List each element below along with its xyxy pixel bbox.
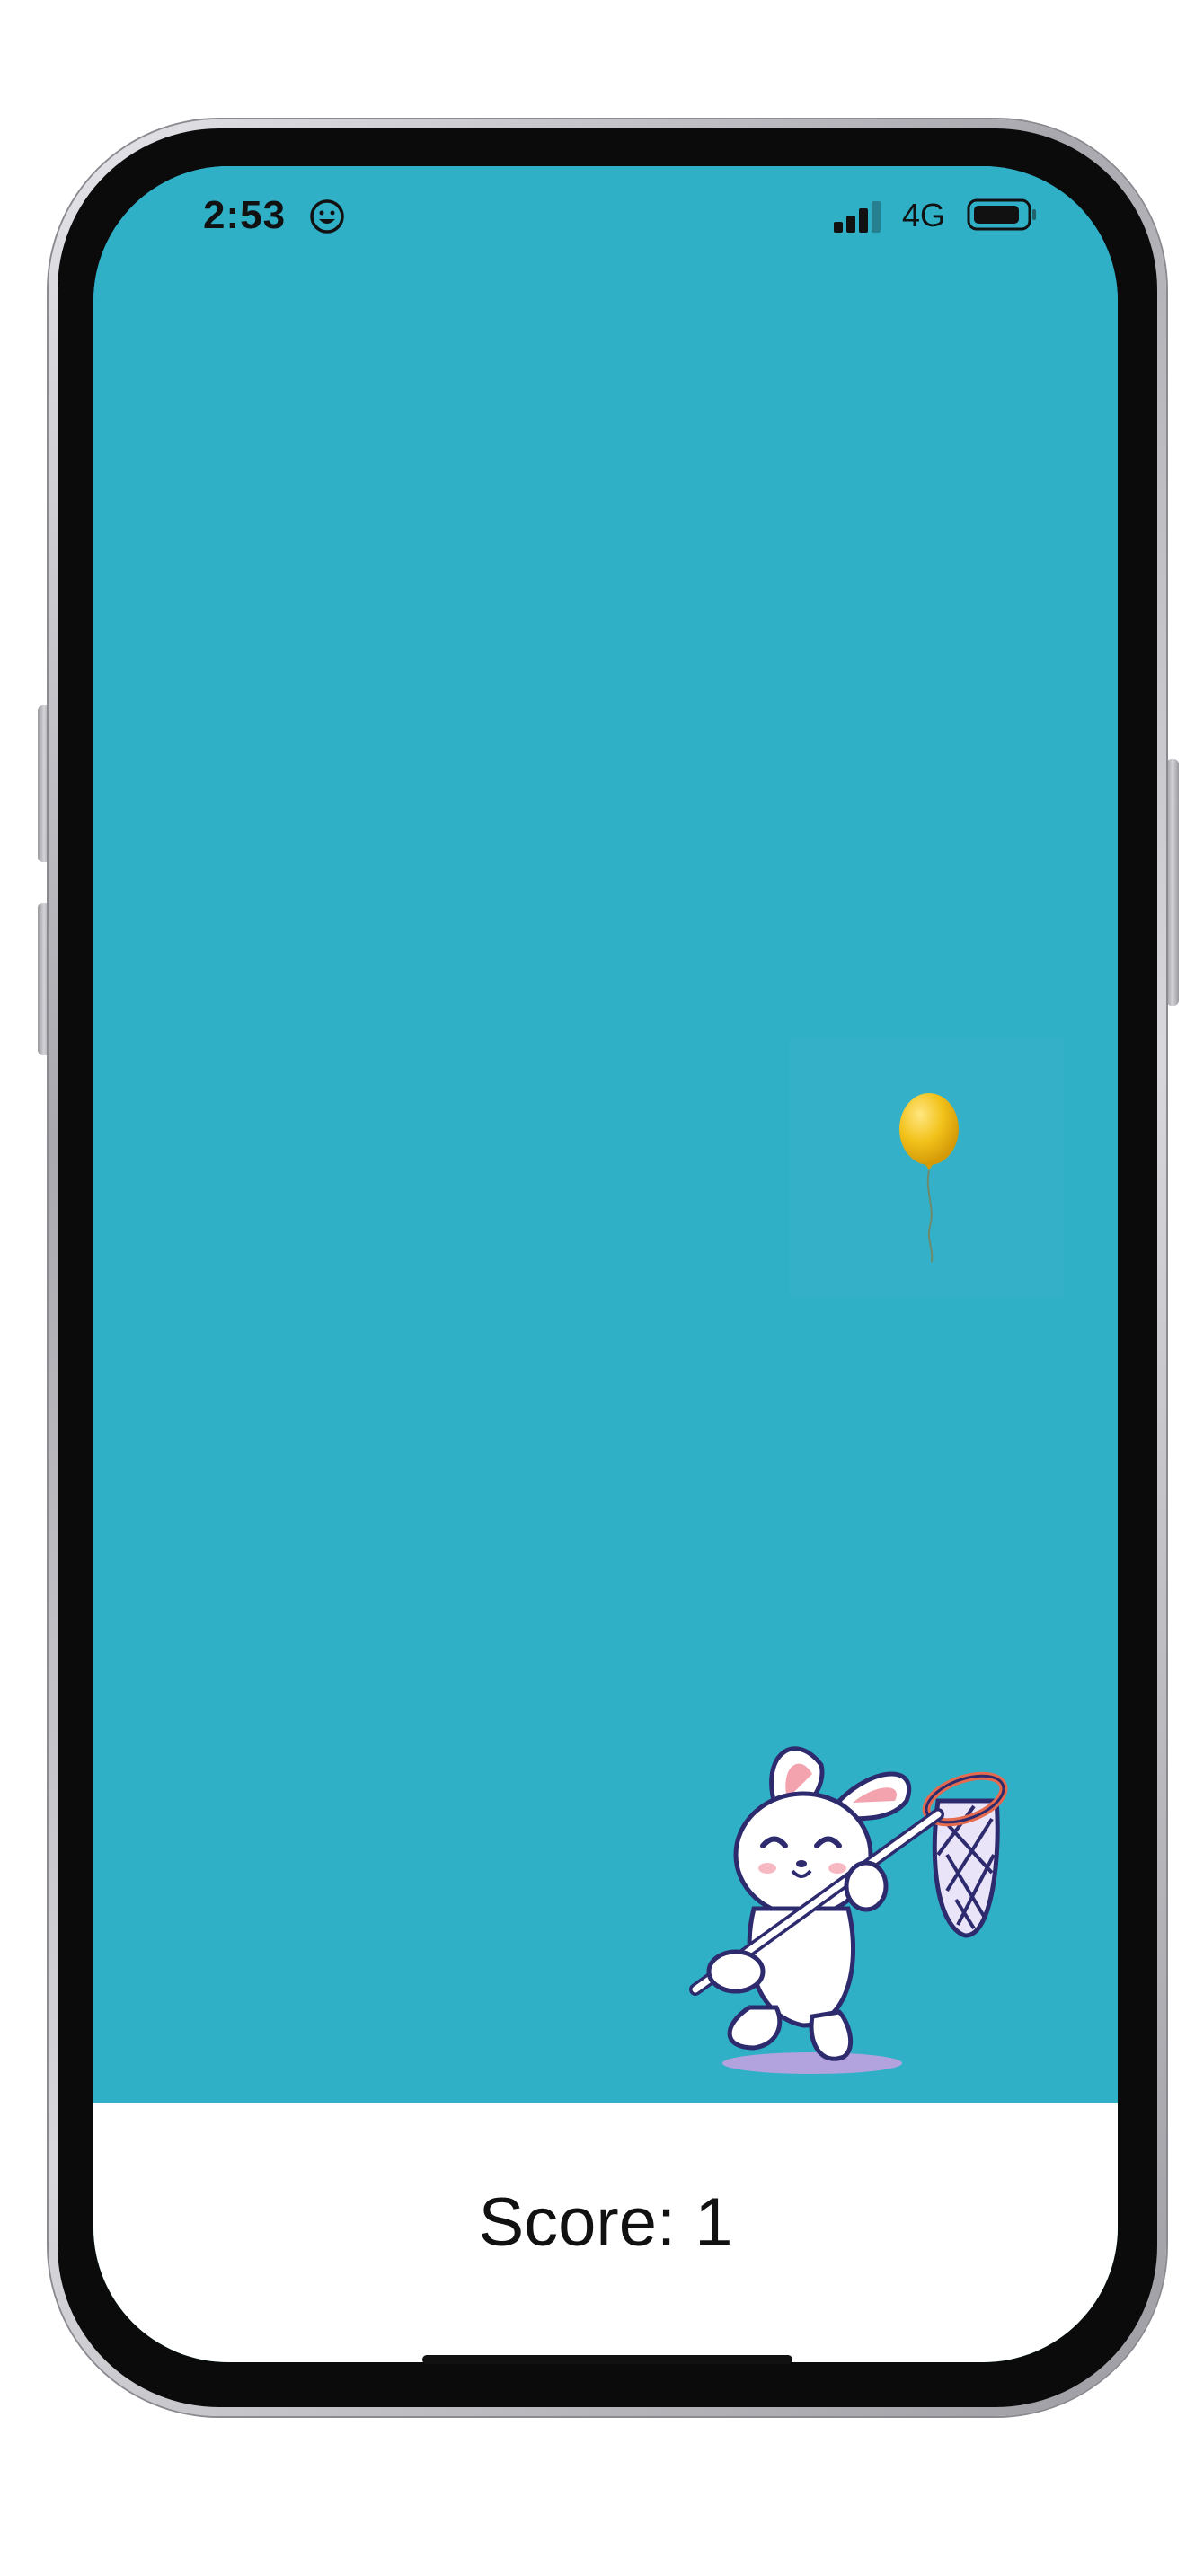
status-time: 2:53: [203, 193, 287, 237]
battery-icon: [967, 198, 1036, 231]
bunny-with-net: [689, 1746, 1008, 2074]
signal-icon: [834, 201, 881, 233]
balloon[interactable]: [889, 1091, 969, 1271]
network-type-label: 4G: [902, 197, 946, 234]
phone-screen: 2:53 4G Score: 1: [93, 166, 1118, 2362]
smiley-icon: [310, 199, 344, 234]
home-indicator[interactable]: [422, 2355, 792, 2364]
power-button: [1166, 759, 1179, 1006]
butterfly-net-icon: [922, 1771, 1008, 1938]
device-mockup: 2:53 4G Score: 1: [0, 0, 1186, 2576]
status-bar: 2:53 4G: [93, 166, 1118, 265]
score-label: Score: 1: [478, 2184, 733, 2261]
score-panel: Score: 1: [93, 2103, 1118, 2362]
game-play-area[interactable]: [93, 166, 1118, 2103]
